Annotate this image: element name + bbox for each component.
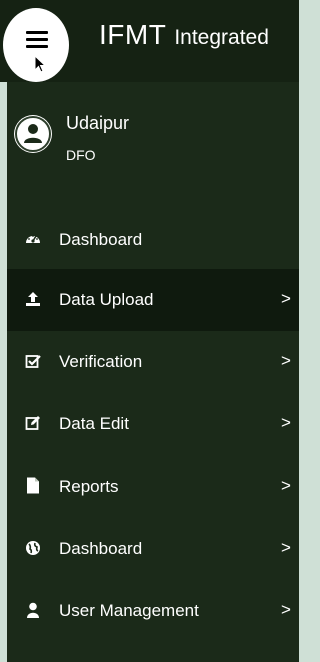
sidebar-item-label: Data Edit: [59, 414, 129, 433]
upload-icon: [26, 292, 40, 306]
user-panel: Udaipur DFO: [7, 82, 299, 212]
chevron-right-icon: >: [281, 476, 291, 495]
chevron-right-icon: >: [281, 600, 291, 619]
document-icon: [27, 477, 39, 494]
user-name: Udaipur: [66, 113, 130, 133]
menu-toggle-button[interactable]: [3, 8, 69, 82]
sidebar-item-reports[interactable]: Reports >: [7, 456, 299, 518]
app-title-sub: Integrated: [174, 26, 269, 49]
chevron-right-icon: >: [281, 413, 291, 432]
chevron-right-icon: >: [281, 289, 291, 308]
dashboard-gauge-icon: [26, 235, 40, 243]
edit-icon: [25, 416, 40, 430]
app-title-main: IFMT: [99, 19, 167, 50]
app-title: IFMT Integrated: [99, 19, 269, 51]
sidebar-item-dashboard-2[interactable]: Dashboard >: [7, 518, 299, 580]
sidebar-item-dashboard[interactable]: Dashboard: [7, 209, 299, 271]
mouse-cursor-icon: [34, 55, 47, 73]
top-header: IFMT Integrated: [0, 0, 299, 82]
sidebar-item-label: User Management: [59, 601, 199, 620]
user-role: DFO: [66, 147, 96, 163]
sidebar-item-label: Dashboard: [59, 539, 143, 558]
sidebar-item-label: Data Upload: [59, 290, 154, 309]
sidebar: Udaipur DFO Dashboard Data Upload > Veri…: [7, 82, 299, 662]
chevron-right-icon: >: [281, 538, 291, 557]
sidebar-item-user-management[interactable]: User Management >: [7, 580, 299, 642]
sidebar-item-label: Verification: [59, 352, 143, 371]
hamburger-icon: [26, 31, 48, 52]
chevron-right-icon: >: [281, 351, 291, 370]
globe-icon: [26, 541, 40, 555]
user-icon: [27, 602, 39, 618]
sidebar-item-label: Dashboard: [59, 230, 143, 249]
sidebar-item-data-upload[interactable]: Data Upload >: [7, 269, 299, 331]
sidebar-item-data-edit[interactable]: Data Edit >: [7, 393, 299, 455]
sidebar-item-label: Reports: [59, 477, 119, 496]
sidebar-item-verification[interactable]: Verification >: [7, 331, 299, 393]
user-avatar-icon: [24, 124, 42, 143]
checkbox-icon: [25, 355, 41, 368]
avatar: [15, 116, 51, 152]
